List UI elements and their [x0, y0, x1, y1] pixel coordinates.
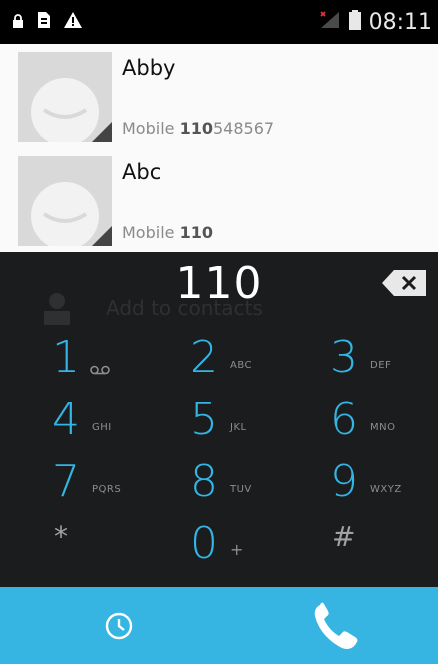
phone-match-highlight: 110	[179, 119, 213, 138]
key-5[interactable]: 5 JKL	[140, 392, 280, 450]
key-4[interactable]: 4 GHI	[2, 392, 142, 450]
contact-avatar[interactable]	[18, 156, 112, 246]
key-7[interactable]: 7 PQRS	[2, 454, 142, 512]
contact-phone: Mobile 110	[122, 223, 213, 242]
default-avatar-icon	[18, 156, 112, 246]
key-9[interactable]: 9 WXYZ	[280, 454, 420, 512]
lock-icon	[12, 13, 24, 32]
contact-row[interactable]: Abc Mobile 110	[0, 148, 438, 252]
dialpad: Add to contacts 110 1 2 ABC 3 DEF 4 GHI …	[0, 252, 438, 587]
battery-icon	[348, 10, 361, 34]
phone-rest: 548567	[212, 119, 275, 138]
backspace-icon	[382, 270, 426, 296]
default-avatar-icon	[18, 52, 112, 142]
phone-type-label: Mobile	[122, 119, 180, 138]
key-0[interactable]: 0 +	[140, 516, 280, 574]
call-button[interactable]	[312, 601, 360, 653]
phone-call-icon	[314, 602, 358, 649]
warning-icon	[64, 12, 82, 32]
contact-name: Abc	[122, 160, 162, 184]
key-6[interactable]: 6 MNO	[280, 392, 420, 450]
sim-card-icon	[38, 12, 50, 32]
status-bar-left	[12, 0, 82, 44]
dialer-action-bar	[0, 587, 438, 664]
key-2[interactable]: 2 ABC	[140, 330, 280, 388]
clock-history-icon	[105, 612, 133, 640]
contact-avatar[interactable]	[18, 52, 112, 142]
voicemail-icon	[90, 360, 110, 379]
phone-type-label: Mobile	[122, 223, 180, 242]
call-history-button[interactable]	[104, 611, 134, 641]
dialed-number: 110	[175, 258, 263, 309]
phone-match-highlight: 110	[179, 223, 213, 242]
digits-field[interactable]: Add to contacts 110	[0, 252, 438, 325]
signal-no-service-icon	[319, 10, 341, 34]
key-hash[interactable]: #	[280, 516, 420, 574]
contact-row[interactable]: Abby Mobile 110548567	[0, 44, 438, 148]
key-1[interactable]: 1	[2, 330, 142, 388]
contact-name: Abby	[122, 56, 176, 80]
key-star[interactable]: *	[2, 516, 142, 574]
backspace-button[interactable]	[382, 270, 426, 296]
contact-suggestion-list: Abby Mobile 110548567 Abc Mobile 110	[0, 44, 438, 252]
key-8[interactable]: 8 TUV	[140, 454, 280, 512]
contact-phone: Mobile 110548567	[122, 119, 274, 138]
status-time: 08:11	[368, 9, 432, 35]
key-3[interactable]: 3 DEF	[280, 330, 420, 388]
status-bar: 08:11	[0, 0, 438, 44]
status-bar-right: 08:11	[319, 0, 432, 44]
